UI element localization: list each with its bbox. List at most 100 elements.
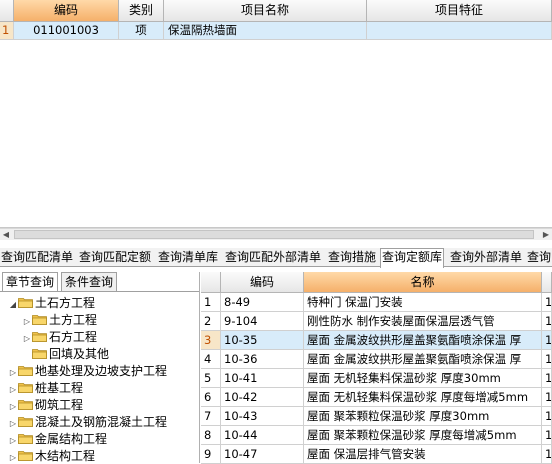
folder-icon (18, 298, 33, 308)
tab-condition-query[interactable]: 条件查询 (61, 272, 118, 292)
unit-cell[interactable]: 10 (542, 388, 552, 407)
query-tab-bar: 查询匹配清单 查询匹配定额 查询清单库 查询匹配外部清单 查询措施 查询定额库 … (0, 248, 552, 268)
collapse-icon[interactable]: ◢ (8, 296, 18, 313)
expand-icon[interactable]: ▷ (8, 364, 18, 381)
name-column-header[interactable]: 名称 (304, 272, 542, 293)
unit-cell[interactable]: 10 (542, 426, 552, 445)
folder-icon (18, 417, 33, 427)
name-cell[interactable]: 屋面 聚苯颗粒保温砂浆 厚度每增减5mm (304, 426, 542, 445)
code-cell[interactable]: 9-104 (221, 312, 304, 331)
row-number: 3 (201, 331, 221, 350)
row-number-header (201, 272, 221, 293)
row-number-header (0, 0, 14, 22)
type-cell[interactable]: 项 (119, 22, 164, 40)
row-number: 6 (201, 388, 221, 407)
row-number: 1 (201, 293, 221, 312)
tree-item-label: 混凝土及钢筋混凝土工程 (35, 415, 168, 429)
scrollbar-thumb[interactable] (14, 230, 534, 239)
code-cell[interactable]: 10-42 (221, 388, 304, 407)
scroll-left-icon[interactable]: ◀ (0, 229, 12, 240)
name-cell[interactable]: 屋面 保温层排气管安装 (304, 445, 542, 464)
code-cell[interactable]: 011001003 (14, 22, 119, 40)
code-cell[interactable]: 8-49 (221, 293, 304, 312)
tab-bill-library[interactable]: 查询清单库 (157, 249, 219, 266)
name-cell[interactable]: 屋面 无机轻集料保温砂浆 厚度30mm (304, 369, 542, 388)
scroll-right-icon[interactable]: ▶ (540, 229, 552, 240)
tab-match-external-bill[interactable]: 查询匹配外部清单 (224, 249, 322, 266)
tab-match-bill[interactable]: 查询匹配清单 (0, 249, 74, 266)
tree-item[interactable]: 回填及其他 (22, 346, 109, 363)
code-cell[interactable]: 10-44 (221, 426, 304, 445)
feature-cell[interactable] (367, 22, 552, 40)
folder-icon (18, 400, 33, 410)
expand-icon[interactable]: ▷ (8, 381, 18, 398)
name-cell[interactable]: 屋面 金属波纹拱形屋盖聚氨酯喷涂保温 厚 (304, 331, 542, 350)
name-cell[interactable]: 刚性防水 制作安装屋面保温层透气管 (304, 312, 542, 331)
unit-cell[interactable]: 10 (542, 350, 552, 369)
name-cell[interactable]: 屋面 无机轻集料保温砂浆 厚度每增减5mm (304, 388, 542, 407)
tree-item-label: 桩基工程 (35, 381, 84, 395)
tree-item[interactable]: ▷ 金属结构工程 (8, 431, 107, 448)
unit-cell[interactable]: 10 (542, 312, 552, 331)
tree-item[interactable]: ▷ 石方工程 (22, 329, 97, 346)
tree-item[interactable]: ▷ 土方工程 (22, 312, 97, 329)
tab-quota-library[interactable]: 查询定额库 (380, 248, 445, 268)
row-number: 2 (201, 312, 221, 331)
row-number: 9 (201, 445, 221, 464)
unit-cell[interactable]: 10 (542, 369, 552, 388)
tree-item-label: 木结构工程 (35, 449, 96, 463)
expand-icon[interactable]: ▷ (22, 330, 32, 347)
row-number: 4 (201, 350, 221, 369)
expand-icon[interactable]: ▷ (8, 432, 18, 449)
tree-item[interactable]: ▷ 桩基工程 (8, 380, 83, 397)
type-column-header[interactable]: 类别 (119, 0, 164, 22)
tree-item[interactable]: ▷ 地基处理及边坡支护工程 (8, 363, 167, 380)
tree-item-label: 地基处理及边坡支护工程 (35, 364, 168, 378)
code-cell[interactable]: 10-43 (221, 407, 304, 426)
name-cell[interactable]: 屋面 金属波纹拱形屋盖聚氨酯喷涂保温 厚 (304, 350, 542, 369)
unit-cell[interactable]: 10 (542, 331, 552, 350)
quota-rows: 18-49特种门 保温门安装1029-104刚性防水 制作安装屋面保温层透气管1… (201, 293, 552, 464)
folder-icon (32, 315, 47, 325)
row-number: 1 (0, 22, 14, 40)
unit-cell[interactable]: 10 (542, 445, 552, 464)
unit-column-header[interactable] (542, 272, 552, 293)
feature-column-header[interactable]: 项目特征 (367, 0, 552, 22)
tab-query[interactable]: 查询 (526, 249, 552, 266)
code-column-header[interactable]: 编码 (221, 272, 304, 293)
tree-item[interactable]: ▷ 木结构工程 (8, 448, 95, 463)
folder-icon (32, 349, 47, 359)
tab-measures[interactable]: 查询措施 (327, 249, 377, 266)
chapter-tree: ◢ 土石方工程 ▷ 土方工程 ▷ 石方工程 回填及其他 ▷ 地基处理及边坡支护工程 ▷ 桩基工程 ▷ 砌… (0, 294, 199, 463)
code-cell[interactable]: 10-35 (221, 331, 304, 350)
code-cell[interactable]: 10-36 (221, 350, 304, 369)
code-column-header[interactable]: 编码 (14, 0, 119, 22)
unit-cell[interactable]: 10 (542, 407, 552, 426)
folder-icon (18, 383, 33, 393)
tree-item-label: 金属结构工程 (35, 432, 108, 446)
tab-chapter-query[interactable]: 章节查询 (2, 272, 59, 292)
tree-item-label: 砌筑工程 (35, 398, 84, 412)
name-column-header[interactable]: 项目名称 (164, 0, 367, 22)
unit-cell[interactable]: 10 (542, 293, 552, 312)
row-number: 5 (201, 369, 221, 388)
expand-icon[interactable]: ▷ (8, 449, 18, 463)
tree-item[interactable]: ◢ 土石方工程 (8, 295, 95, 312)
tree-item-label: 土石方工程 (35, 296, 96, 310)
code-cell[interactable]: 10-47 (221, 445, 304, 464)
name-cell[interactable]: 屋面 聚苯颗粒保温砂浆 厚度30mm (304, 407, 542, 426)
expand-icon[interactable]: ▷ (8, 398, 18, 415)
tree-item[interactable]: ▷ 混凝土及钢筋混凝土工程 (8, 414, 167, 431)
tab-external-bill[interactable]: 查询外部清单 (449, 249, 523, 266)
tree-item-label: 土方工程 (49, 313, 98, 327)
horizontal-scrollbar[interactable]: ◀ ▶ (0, 228, 552, 240)
folder-icon (18, 434, 33, 444)
folder-icon (32, 332, 47, 342)
name-cell[interactable]: 保温隔热墙面 (164, 22, 367, 40)
tab-match-quota[interactable]: 查询匹配定额 (78, 249, 152, 266)
name-cell[interactable]: 特种门 保温门安装 (304, 293, 542, 312)
tree-item[interactable]: ▷ 砌筑工程 (8, 397, 83, 414)
expand-icon[interactable]: ▷ (22, 313, 32, 330)
expand-icon[interactable]: ▷ (8, 415, 18, 432)
code-cell[interactable]: 10-41 (221, 369, 304, 388)
